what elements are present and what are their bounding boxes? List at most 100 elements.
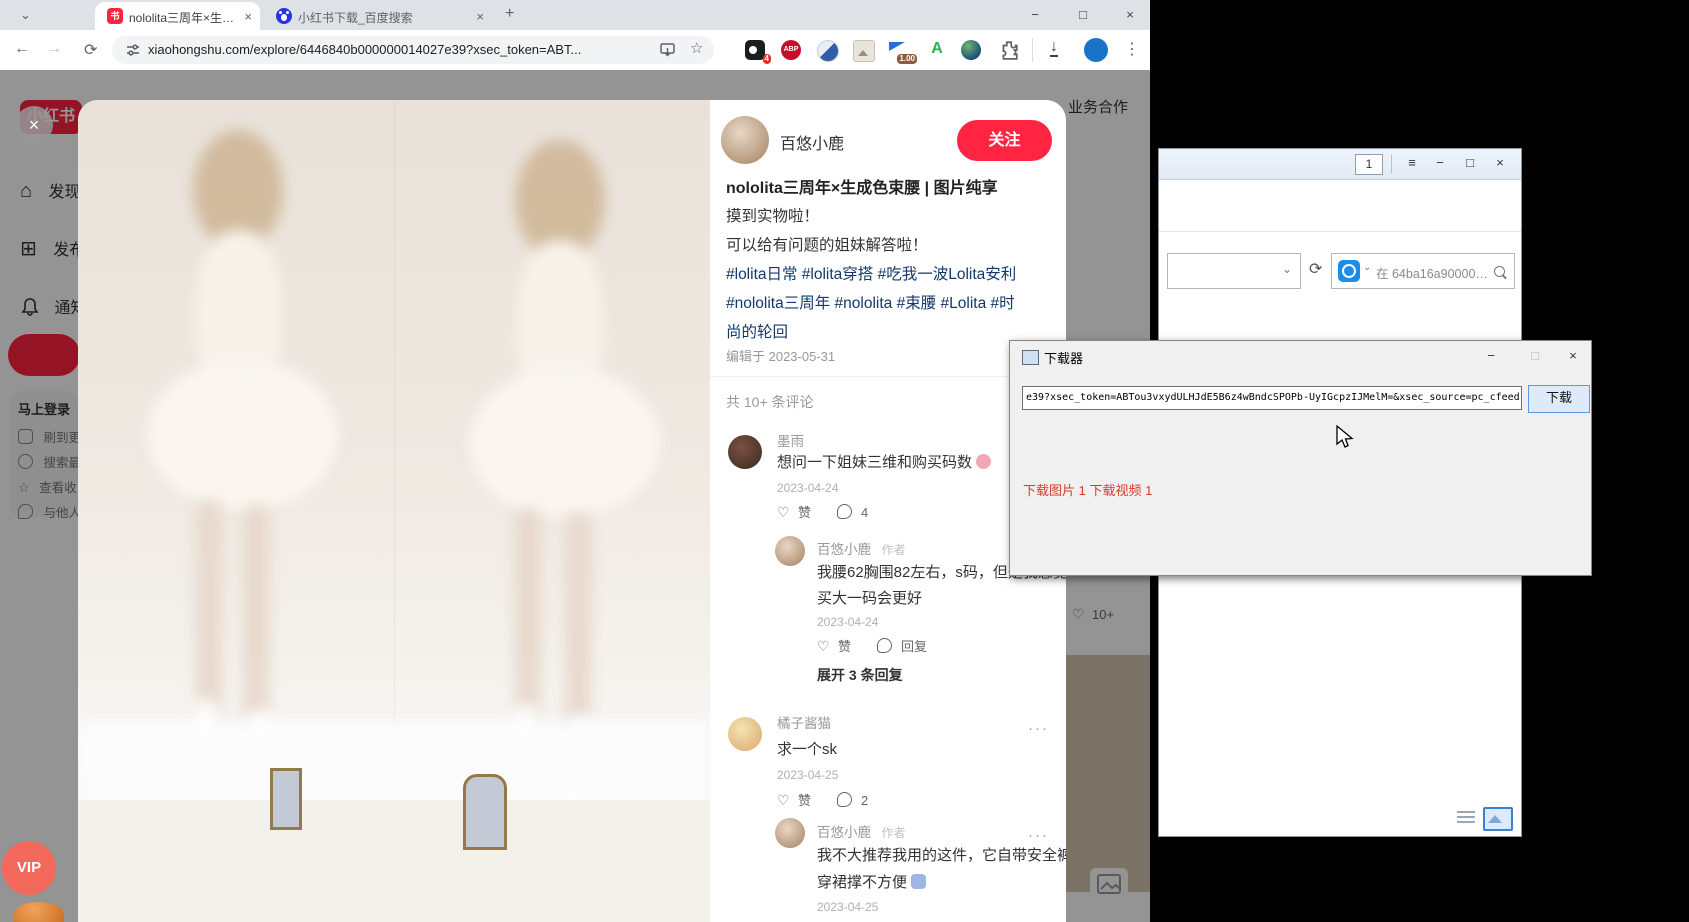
search-engine-dropdown-icon[interactable]: ⌄ (1363, 262, 1371, 273)
comment-more-icon[interactable]: ··· (1028, 720, 1049, 737)
search-magnifier-icon[interactable] (1494, 266, 1505, 277)
comment-bubble-icon[interactable] (877, 638, 892, 653)
vip-float-button[interactable]: VIP (2, 841, 56, 895)
post-modal: 百悠小鹿 关注 nololita三周年×生成色束腰 | 图片纯享 摸到实物啦！ … (78, 100, 1066, 922)
post-photo[interactable] (78, 100, 710, 922)
list-view-icon[interactable] (1457, 811, 1475, 825)
comment-actions: ♡ 赞 2 (777, 790, 868, 810)
like-label[interactable]: 赞 (838, 639, 851, 654)
install-cast-icon[interactable] (660, 43, 675, 57)
downloader-maximize-button[interactable]: □ (1522, 348, 1548, 363)
pig-sticker-icon (976, 454, 991, 469)
bookmark-star-icon[interactable]: ☆ (690, 39, 703, 57)
address-combo-box[interactable]: ⌄ (1167, 253, 1301, 289)
extension-blocker-icon[interactable]: 4 (745, 40, 765, 60)
author-avatar[interactable] (721, 116, 769, 164)
search-placeholder[interactable]: 在 64ba16a9000000... (1376, 263, 1488, 282)
reply-count[interactable]: 4 (861, 505, 868, 520)
reply-label[interactable]: 回复 (901, 639, 927, 654)
like-icon[interactable]: ♡ (817, 638, 830, 654)
hashtag-line[interactable]: #nololita三周年 #nololita #束腰 #Lolita #时 (726, 289, 1056, 318)
commenter-name[interactable]: 百悠小鹿 (817, 542, 871, 557)
comment-bubble-icon[interactable] (837, 504, 852, 519)
modal-close-button[interactable]: × (15, 106, 53, 144)
downloader-titlebar[interactable]: 下载器 − □ × (1010, 341, 1591, 371)
combo-dropdown-icon[interactable]: ⌄ (1282, 262, 1292, 276)
forward-icon[interactable]: → (46, 40, 62, 58)
titlebar-divider (1391, 154, 1392, 174)
downloads-icon[interactable]: ↓ (1050, 38, 1058, 57)
like-label[interactable]: 赞 (798, 793, 811, 808)
hashtag-line[interactable]: 尚的轮回 (726, 318, 1056, 347)
downloader-minimize-button[interactable]: − (1478, 348, 1504, 363)
new-tab-button[interactable]: + (505, 5, 514, 23)
refresh-icon[interactable]: ⟳ (1309, 259, 1322, 279)
commenter-name[interactable]: 百悠小鹿 (817, 825, 871, 840)
browser-maximize-button[interactable]: □ (1068, 0, 1098, 30)
tab-close-icon[interactable]: × (476, 9, 484, 24)
url-text[interactable]: xiaohongshu.com/explore/6446840b00000001… (148, 42, 628, 57)
commenter-avatar[interactable] (728, 435, 762, 469)
extension-flag-icon[interactable]: 1.00 (889, 40, 909, 60)
tab-current[interactable]: 书 nololita三周年×生成色束腰 | 图 × (95, 2, 260, 30)
extension-screenshot-icon[interactable] (853, 40, 875, 62)
extension-abp-icon[interactable]: ABP (781, 40, 801, 60)
like-icon[interactable]: ♡ (777, 504, 790, 520)
commenter-avatar[interactable] (775, 536, 805, 566)
extension-globe-icon[interactable] (961, 40, 981, 60)
commenter-name[interactable]: 墨雨 (777, 430, 804, 450)
reply-count[interactable]: 2 (861, 793, 868, 808)
download-button[interactable]: 下载 (1528, 385, 1590, 413)
reload-icon[interactable]: ⟳ (84, 40, 97, 60)
comment-bubble-icon[interactable] (837, 792, 852, 807)
hashtag-line[interactable]: #lolita日常 #lolita穿搭 #吃我一波Lolita安利 (726, 260, 1056, 289)
comment-date: 2023-04-25 (777, 768, 838, 782)
search-box[interactable]: ⌄ 在 64ba16a9000000... (1331, 253, 1515, 289)
xiaohongshu-page: 小红书 ⌂ 发现 ⊞ 发布 通知 马上登录 刷到更 (0, 70, 1150, 922)
explorer-menu-icon[interactable]: ≡ (1399, 155, 1425, 170)
extension-a-icon[interactable]: A (927, 40, 947, 60)
commenter-avatar[interactable] (728, 717, 762, 751)
explorer-close-button[interactable]: × (1487, 155, 1513, 170)
comment-date: 2023-04-24 (777, 481, 838, 495)
image-view-icon[interactable] (1483, 807, 1513, 831)
extensions-puzzle-icon[interactable] (999, 40, 1019, 60)
page-count-badge[interactable]: 1 (1355, 154, 1383, 175)
expand-replies-button[interactable]: 展开 3 条回复 (817, 665, 903, 685)
comments-total: 共 10+ 条评论 (726, 392, 814, 412)
tab-close-icon[interactable]: × (244, 9, 252, 24)
follow-button[interactable]: 关注 (957, 120, 1052, 161)
browser-minimize-button[interactable]: − (1020, 0, 1050, 30)
browser-close-button[interactable]: × (1115, 0, 1145, 30)
comment-text: 穿裙撑不方便 (817, 871, 926, 892)
profile-avatar[interactable] (1084, 38, 1108, 62)
tab-search-chevron-icon[interactable]: ⌄ (20, 7, 31, 23)
toolbar-divider (1032, 38, 1033, 62)
commenter-name[interactable]: 橘子酱猫 (777, 712, 831, 732)
extension-blue-icon[interactable] (817, 40, 839, 62)
browser-menu-kebab-icon[interactable]: ⋮ (1124, 39, 1140, 59)
downloader-title: 下载器 (1044, 348, 1083, 367)
commenter-avatar[interactable] (775, 818, 805, 848)
downloader-close-button[interactable]: × (1560, 348, 1586, 363)
like-label[interactable]: 赞 (798, 505, 811, 520)
photo-prop-frame (270, 768, 302, 830)
tab-bar: ⌄ 书 nololita三周年×生成色束腰 | 图 × 小红书下载_百度搜索 ×… (0, 0, 1150, 30)
explorer-minimize-button[interactable]: − (1427, 155, 1453, 170)
like-icon[interactable]: ♡ (777, 792, 790, 808)
search-engine-icon[interactable] (1338, 260, 1360, 282)
tab-background[interactable]: 小红书下载_百度搜索 × (268, 4, 490, 28)
comment-text: 想问一下姐妹三维和购买码数 (777, 451, 991, 472)
explorer-maximize-button[interactable]: □ (1457, 155, 1483, 170)
author-name[interactable]: 百悠小鹿 (780, 130, 844, 154)
site-settings-icon[interactable] (126, 43, 140, 57)
back-icon[interactable]: ← (14, 40, 30, 58)
address-bar[interactable]: xiaohongshu.com/explore/6446840b00000001… (112, 36, 714, 64)
explorer-titlebar[interactable]: 1 ≡ − □ × (1159, 149, 1521, 179)
tab-title: 小红书下载_百度搜索 (298, 9, 448, 26)
photo-prop-frame (463, 774, 507, 850)
comment-more-icon[interactable]: ··· (1028, 827, 1049, 844)
divider (1159, 231, 1521, 232)
download-url-input[interactable]: e39?xsec_token=ABTou3vxydULHJdE5B6z4wBnd… (1022, 386, 1522, 410)
mascot-decoration (14, 902, 64, 922)
